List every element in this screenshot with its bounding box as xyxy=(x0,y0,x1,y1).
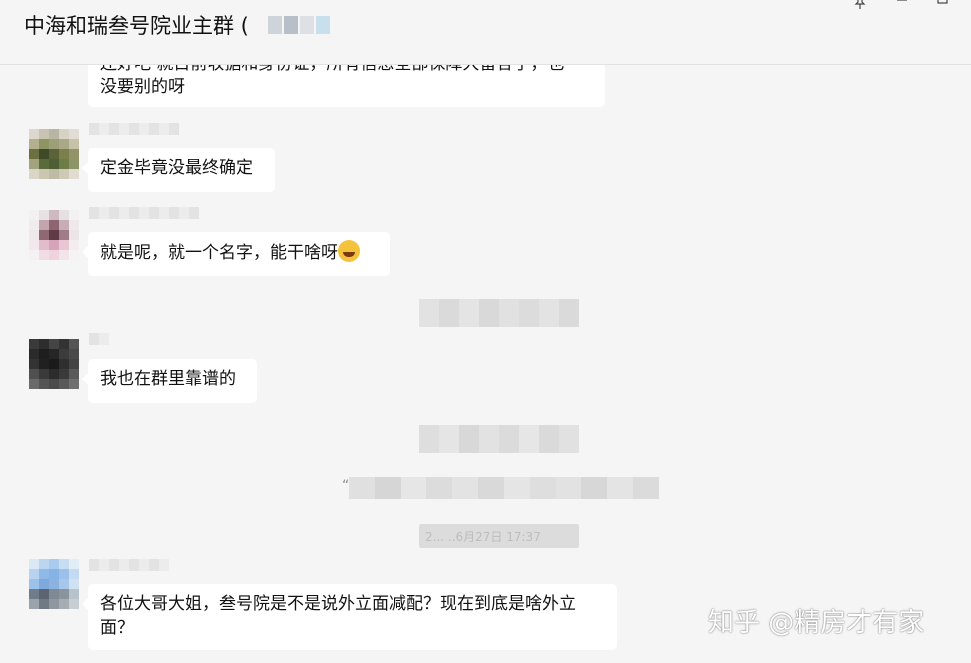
message-bubble[interactable]: 各位大哥大姐，叁号院是不是说外立面减配？现在到底是啥外立面？ xyxy=(82,584,617,650)
message-bubble[interactable]: 就是呢，就一个名字，能干啥呀 xyxy=(82,232,390,276)
message-text: 定金毕竟没最终确定 xyxy=(100,158,253,178)
sender-name xyxy=(89,207,199,219)
zhihu-watermark: 知乎 @精房才有家 xyxy=(708,608,925,638)
message-bubble[interactable]: 定金毕竟没最终确定 xyxy=(82,148,275,192)
system-message xyxy=(419,299,579,327)
message-text: 就是呢，就一个名字，能干啥呀 xyxy=(100,243,338,263)
sender-name xyxy=(89,123,179,135)
member-count-blur xyxy=(268,12,336,38)
avatar[interactable] xyxy=(29,210,79,260)
sender-name xyxy=(89,559,169,571)
chat-title: 中海和瑞叁号院业主群 ( xyxy=(24,14,249,38)
timestamp: 2... ..6月27日 17:37 xyxy=(419,524,579,548)
avatar[interactable] xyxy=(29,129,79,179)
system-message xyxy=(349,477,659,499)
message-bubble[interactable]: 我也在群里靠谱的 xyxy=(82,359,257,403)
avatar[interactable] xyxy=(29,559,79,609)
avatar[interactable] xyxy=(29,339,79,389)
message-text: 我也在群里靠谱的 xyxy=(100,369,236,389)
minimize-icon[interactable] xyxy=(893,0,911,12)
chat-header: 中海和瑞叁号院业主群 ( xyxy=(0,0,971,65)
system-message xyxy=(419,425,579,453)
message-text: 各位大哥大姐，叁号院是不是说外立面减配？现在到底是啥外立面？ xyxy=(100,594,576,638)
grinning-sweat-emoji-icon xyxy=(338,240,360,262)
sender-name xyxy=(89,333,109,345)
pin-icon[interactable] xyxy=(851,0,869,12)
chat-area: 还好吧 就目前收据和身份证，所有信息全部保障大留各子，也 没要别的呀 定金毕竟没… xyxy=(0,0,971,663)
maximize-icon[interactable] xyxy=(933,0,951,12)
message-text: 没要别的呀 xyxy=(100,77,185,97)
